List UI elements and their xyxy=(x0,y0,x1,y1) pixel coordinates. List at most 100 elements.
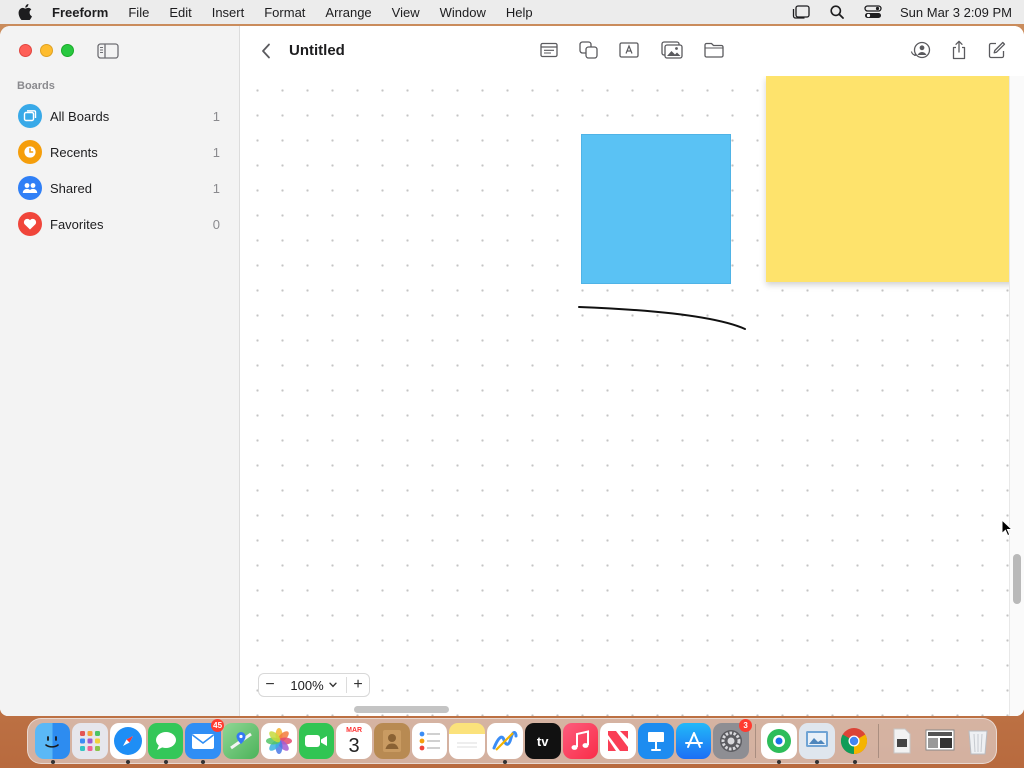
window-controls xyxy=(19,44,74,57)
vertical-scroll-thumb[interactable] xyxy=(1013,554,1021,604)
menu-help[interactable]: Help xyxy=(506,5,533,20)
people-icon xyxy=(18,176,42,200)
gear-icon xyxy=(720,730,743,752)
dock-launchpad[interactable] xyxy=(72,723,108,759)
dock-calendar[interactable]: MAR 3 xyxy=(336,723,372,759)
dock-freeform[interactable] xyxy=(487,723,523,764)
chevron-down-icon xyxy=(328,682,337,688)
dock-finder[interactable] xyxy=(34,723,71,764)
close-window-button[interactable] xyxy=(19,44,32,57)
clock-icon xyxy=(18,140,42,164)
dock-mail[interactable]: 45 xyxy=(185,719,225,764)
dock-messages[interactable] xyxy=(147,723,184,764)
board-title[interactable]: Untitled xyxy=(289,42,345,59)
menu-insert[interactable]: Insert xyxy=(212,5,245,20)
sidebar: Boards All Boards 1 Recents 1 Shared 1 F… xyxy=(0,26,240,716)
sidebar-toggle-icon[interactable] xyxy=(97,43,119,59)
zoom-level-dropdown[interactable]: 100% xyxy=(281,678,346,693)
freeform-icon xyxy=(492,731,518,751)
sidebar-item-label: All Boards xyxy=(50,108,110,124)
app-store-icon xyxy=(684,732,703,748)
sidebar-item-favorites[interactable]: Favorites 0 xyxy=(8,206,232,242)
dock-music[interactable] xyxy=(562,723,599,759)
sidebar-item-count: 0 xyxy=(212,216,220,232)
dock-facetime[interactable] xyxy=(298,723,335,759)
remote-desktop-icon xyxy=(767,729,792,753)
settings-badge: 3 xyxy=(739,719,753,732)
dock-tv[interactable]: tv xyxy=(524,723,561,759)
screenshot-icon xyxy=(925,729,955,751)
dock-chrome-remote[interactable] xyxy=(761,723,797,764)
calendar-day: 3 xyxy=(348,734,360,757)
calendar-month: MAR xyxy=(346,726,363,734)
menu-window[interactable]: Window xyxy=(440,5,486,20)
dock-trash[interactable] xyxy=(960,723,996,759)
board-canvas[interactable] xyxy=(241,76,1009,716)
dock-news[interactable] xyxy=(600,723,636,759)
dock-notes[interactable] xyxy=(449,723,486,759)
minimize-window-button[interactable] xyxy=(40,44,53,57)
preview-icon xyxy=(805,731,828,747)
maps-icon xyxy=(230,732,252,750)
dock-keynote[interactable] xyxy=(638,723,674,759)
finder-icon xyxy=(45,736,60,748)
horizontal-scroll-thumb[interactable] xyxy=(354,706,449,713)
yellow-sticky-note[interactable] xyxy=(766,76,1009,282)
apple-menu-icon[interactable] xyxy=(18,4,34,20)
sidebar-item-label: Recents xyxy=(50,144,98,160)
messages-icon xyxy=(155,732,176,750)
running-indicator xyxy=(163,760,168,764)
sidebar-item-recents[interactable]: Recents 1 xyxy=(8,134,232,170)
spotlight-search-icon[interactable] xyxy=(828,5,846,19)
media-icon[interactable] xyxy=(661,40,683,60)
compose-icon[interactable] xyxy=(986,40,1008,60)
notes-icon xyxy=(457,742,478,748)
share-icon[interactable] xyxy=(948,40,970,60)
menu-clock[interactable]: Sun Mar 3 2:09 PM xyxy=(900,5,1012,20)
shapes-icon[interactable] xyxy=(578,40,600,60)
boards-icon xyxy=(18,104,42,128)
dock-system-settings[interactable]: 3 xyxy=(713,719,753,759)
blue-square-shape[interactable] xyxy=(581,134,731,284)
dock: 45 MAR 3 tv 3 xyxy=(27,718,997,764)
zoom-out-button[interactable]: − xyxy=(259,674,281,696)
menu-view[interactable]: View xyxy=(392,5,420,20)
control-center-icon[interactable] xyxy=(864,5,882,19)
facetime-icon xyxy=(305,735,328,747)
menu-arrange[interactable]: Arrange xyxy=(325,5,371,20)
dock-reminders[interactable] xyxy=(411,723,448,759)
dock-preview[interactable] xyxy=(798,723,835,764)
sidebar-item-all-boards[interactable]: All Boards 1 xyxy=(8,98,232,134)
dock-contacts[interactable] xyxy=(373,723,410,759)
dock-app-store[interactable] xyxy=(675,723,712,759)
back-chevron-icon[interactable] xyxy=(259,41,273,61)
maximize-window-button[interactable] xyxy=(61,44,74,57)
zoom-in-button[interactable]: + xyxy=(347,674,369,696)
collaborate-icon[interactable] xyxy=(910,40,932,60)
sidebar-item-count: 1 xyxy=(212,108,220,124)
music-icon xyxy=(571,730,590,750)
sidebar-item-label: Favorites xyxy=(50,216,104,232)
dock-chrome[interactable] xyxy=(837,723,873,764)
menu-file[interactable]: File xyxy=(128,5,149,20)
menu-format[interactable]: Format xyxy=(264,5,305,20)
stage-manager-icon[interactable] xyxy=(792,5,810,19)
vertical-scrollbar[interactable] xyxy=(1009,76,1024,716)
photos-icon xyxy=(265,728,292,754)
chrome-icon xyxy=(841,728,868,755)
files-icon[interactable] xyxy=(703,40,725,60)
dock-screenshot[interactable] xyxy=(922,723,958,759)
pen-stroke-drawing[interactable] xyxy=(571,296,761,341)
dock-maps[interactable] xyxy=(223,723,259,759)
sidebar-item-count: 1 xyxy=(212,144,220,160)
note-icon[interactable] xyxy=(538,40,560,60)
mouse-cursor-icon xyxy=(1001,519,1013,537)
dock-document[interactable] xyxy=(884,723,920,759)
sidebar-item-shared[interactable]: Shared 1 xyxy=(8,170,232,206)
menu-edit[interactable]: Edit xyxy=(169,5,191,20)
text-box-icon[interactable] xyxy=(618,40,640,60)
dock-photos[interactable] xyxy=(260,723,297,759)
menu-app-name[interactable]: Freeform xyxy=(52,5,108,20)
dock-safari[interactable] xyxy=(109,723,146,764)
sidebar-section-title: Boards xyxy=(17,80,55,92)
